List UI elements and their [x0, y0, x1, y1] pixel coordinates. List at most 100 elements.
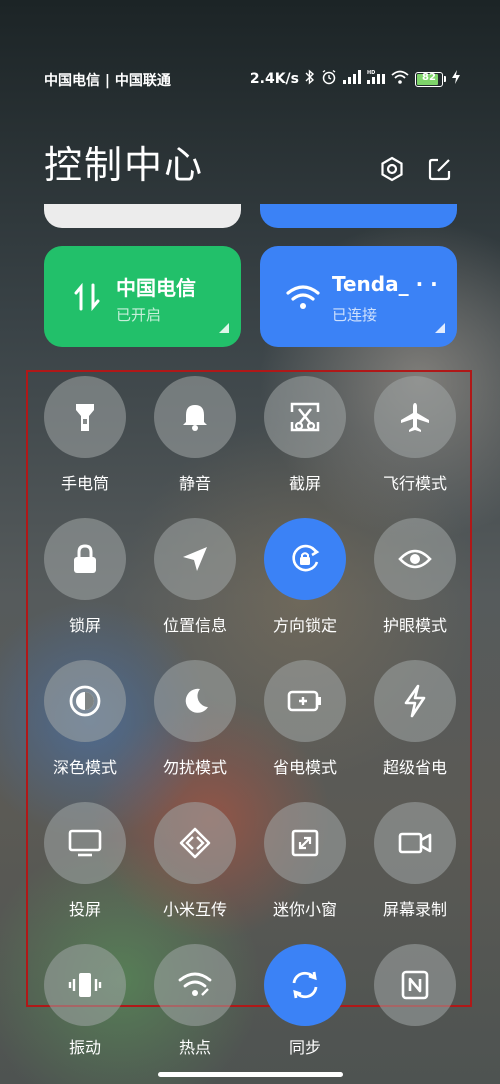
toggle-bell[interactable]: 静音	[150, 376, 240, 494]
toggle-flashlight[interactable]: 手电筒	[40, 376, 130, 494]
mini-window-icon	[290, 828, 320, 858]
toggle-screenshot[interactable]: 截屏	[260, 376, 350, 494]
toggle-button[interactable]	[44, 944, 126, 1026]
toggle-button[interactable]	[44, 518, 126, 600]
toggle-label: 勿扰模式	[162, 758, 227, 777]
home-indicator[interactable]	[158, 1072, 343, 1077]
battery-icon: 82	[415, 71, 446, 87]
toggle-label: 手电筒	[60, 474, 109, 493]
toggle-label: 振动	[68, 1038, 101, 1057]
carrier-label: 中国电信 | 中国联通	[44, 73, 171, 89]
toggle-lightning[interactable]: 超级省电	[370, 660, 460, 778]
toggle-button[interactable]	[44, 660, 126, 742]
toggle-label: 投屏	[68, 900, 101, 919]
hd-signal-icon: HD	[367, 70, 385, 88]
page-title: 控制中心	[44, 143, 205, 187]
settings-icon[interactable]	[377, 154, 407, 184]
toggle-button[interactable]	[154, 944, 236, 1026]
lightning-icon	[402, 684, 428, 718]
toggle-label: 小米互传	[162, 900, 227, 919]
signal-icon	[343, 70, 361, 88]
battery-saver-icon	[287, 690, 323, 712]
toggle-button[interactable]	[264, 376, 346, 458]
lock-icon	[71, 543, 99, 575]
toggle-vibrate[interactable]: 振动	[40, 944, 130, 1058]
toggle-label: 同步	[288, 1038, 321, 1057]
expand-corner-icon	[219, 323, 229, 333]
eye-icon	[398, 547, 432, 571]
toggle-button[interactable]	[154, 376, 236, 458]
mobile-data-card[interactable]: 中国电信 已开启	[44, 246, 241, 347]
net-speed: 2.4K/s	[249, 71, 299, 87]
toggle-airplane[interactable]: 飞行模式	[370, 376, 460, 494]
toggle-label: 护眼模式	[382, 616, 447, 635]
charging-icon	[452, 70, 460, 88]
toggle-dark-mode[interactable]: 深色模式	[40, 660, 130, 778]
toggle-lock[interactable]: 锁屏	[40, 518, 130, 636]
toggle-nfc[interactable]	[370, 944, 460, 1026]
toggle-label: 迷你小窗	[272, 900, 337, 919]
toggle-button[interactable]	[264, 518, 346, 600]
toggle-label: 屏幕录制	[382, 900, 447, 919]
toggle-label: 位置信息	[162, 616, 227, 635]
airplane-icon	[399, 401, 431, 433]
moon-icon	[180, 686, 210, 716]
toggle-location[interactable]: 位置信息	[150, 518, 240, 636]
toggle-button[interactable]	[154, 802, 236, 884]
toggle-button[interactable]	[154, 518, 236, 600]
edit-icon[interactable]	[425, 154, 455, 184]
toggle-rotation-lock[interactable]: 方向锁定	[260, 518, 350, 636]
toggle-screen-record[interactable]: 屏幕录制	[370, 802, 460, 920]
toggle-cast-screen[interactable]: 投屏	[40, 802, 130, 920]
mi-share-icon	[179, 827, 211, 859]
toggle-label: 省电模式	[272, 758, 337, 777]
screen-record-icon	[398, 831, 432, 855]
wifi-status: 已连接	[332, 306, 378, 324]
toggle-mini-window[interactable]: 迷你小窗	[260, 802, 350, 920]
toggle-hotspot[interactable]: 热点	[150, 944, 240, 1058]
toggle-eye[interactable]: 护眼模式	[370, 518, 460, 636]
hotspot-icon	[178, 971, 212, 999]
rotation-lock-icon	[288, 542, 322, 576]
toggle-button[interactable]	[44, 376, 126, 458]
toggle-button[interactable]	[264, 660, 346, 742]
toggle-button[interactable]	[44, 802, 126, 884]
toggle-button[interactable]	[374, 518, 456, 600]
toggle-button[interactable]	[374, 376, 456, 458]
location-icon	[180, 544, 210, 574]
scrolled-card-top-right	[260, 204, 457, 228]
toggle-button[interactable]	[154, 660, 236, 742]
alarm-icon	[321, 69, 337, 89]
bluetooth-icon	[305, 69, 315, 89]
toggle-label: 方向锁定	[272, 616, 337, 635]
toggle-label: 超级省电	[382, 758, 447, 777]
scrolled-card-top-left	[44, 204, 241, 228]
toggle-button[interactable]	[374, 802, 456, 884]
toggle-label: 锁屏	[68, 616, 101, 635]
toggle-button[interactable]	[264, 944, 346, 1026]
sync-icon	[289, 969, 321, 1001]
toggle-button[interactable]	[374, 660, 456, 742]
toggle-button[interactable]	[374, 944, 456, 1026]
toggle-label: 热点	[178, 1038, 211, 1057]
wifi-icon	[286, 282, 320, 312]
status-bar: 中国电信 | 中国联通 2.4K/s HD 82	[0, 66, 500, 94]
toggle-label: 截屏	[288, 474, 321, 493]
battery-level: 82	[422, 71, 436, 83]
toggle-label: 深色模式	[52, 758, 117, 777]
wifi-network-name: Tenda_ · ·	[332, 272, 438, 296]
mobile-data-status: 已开启	[116, 306, 162, 324]
cast-screen-icon	[68, 828, 102, 858]
mobile-data-icon	[70, 282, 104, 312]
mobile-data-carrier: 中国电信	[116, 276, 196, 300]
toggle-sync[interactable]: 同步	[260, 944, 350, 1058]
toggle-mi-share[interactable]: 小米互传	[150, 802, 240, 920]
toggle-battery-saver[interactable]: 省电模式	[260, 660, 350, 778]
expand-corner-icon	[435, 323, 445, 333]
toggle-label: 静音	[178, 474, 211, 493]
toggle-moon[interactable]: 勿扰模式	[150, 660, 240, 778]
wifi-card[interactable]: Tenda_ · · 已连接	[260, 246, 457, 347]
toggle-button[interactable]	[264, 802, 346, 884]
toggle-label: 飞行模式	[382, 474, 447, 493]
bell-icon	[181, 402, 209, 432]
